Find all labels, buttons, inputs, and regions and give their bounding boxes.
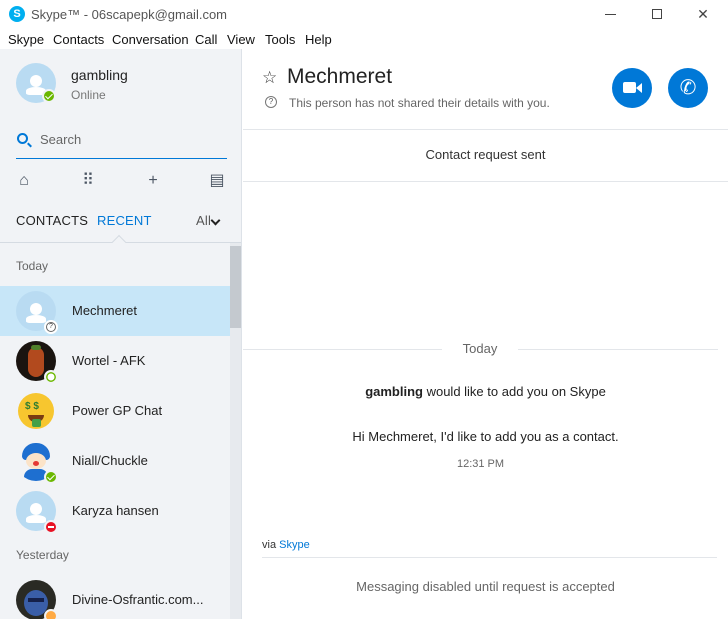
- request-message: Hi Mechmeret, I'd like to add you as a c…: [352, 429, 619, 444]
- avatar: $ $: [16, 391, 56, 431]
- offline-status-icon: [44, 370, 58, 384]
- avatar: [16, 441, 58, 484]
- online-status-icon: [42, 89, 56, 103]
- list-item[interactable]: Karyza hansen: [0, 486, 230, 536]
- menu-tools[interactable]: Tools: [265, 32, 295, 47]
- video-call-button[interactable]: [612, 68, 652, 108]
- search-placeholder: Search: [40, 132, 82, 147]
- video-camera-icon: [623, 82, 636, 93]
- request-banner: Contact request sent: [425, 147, 546, 162]
- profile-status[interactable]: Online: [71, 88, 106, 102]
- menu-conversation[interactable]: Conversation: [112, 32, 189, 47]
- avatar: [16, 580, 58, 619]
- tab-contacts[interactable]: CONTACTS: [16, 213, 88, 228]
- profile-avatar[interactable]: [16, 63, 56, 103]
- message-timestamp: 12:31 PM: [456, 458, 505, 470]
- divider: [243, 349, 442, 350]
- contact-name: Karyza hansen: [72, 503, 159, 518]
- minimize-icon: [605, 14, 616, 15]
- menu-help[interactable]: Help: [305, 32, 332, 47]
- dialpad-icon[interactable]: ⠿: [78, 171, 98, 191]
- conversation-title[interactable]: Mechmeret: [287, 65, 392, 89]
- list-item[interactable]: Wortel - AFK: [0, 336, 230, 386]
- contact-name: Niall/Chuckle: [72, 453, 148, 468]
- contact-name: Mechmeret: [72, 303, 138, 318]
- unknown-status-icon: ?: [44, 320, 58, 334]
- scrollbar-thumb[interactable]: [230, 246, 241, 328]
- phone-icon: ✆: [679, 77, 697, 99]
- directory-icon[interactable]: ▤: [207, 171, 227, 191]
- search-icon: [17, 133, 28, 144]
- divider: [262, 557, 717, 558]
- via-label: via Skype: [262, 539, 310, 551]
- request-sender: gambling: [365, 384, 423, 399]
- add-icon[interactable]: +: [143, 171, 163, 191]
- close-button[interactable]: ✕: [680, 0, 726, 29]
- section-yesterday: Yesterday: [16, 548, 69, 562]
- avatar: [16, 341, 58, 384]
- filter-dropdown[interactable]: All: [196, 213, 211, 228]
- list-item[interactable]: Divine-Osfrantic.com...: [0, 575, 230, 619]
- busy-status-icon: [44, 520, 58, 534]
- question-icon: ?: [265, 96, 277, 108]
- menu-view[interactable]: View: [227, 32, 255, 47]
- contact-request-notice: gambling would like to add you on Skype: [243, 384, 728, 399]
- menu-bar: Skype Contacts Conversation Call View To…: [0, 29, 728, 49]
- away-status-icon: [44, 609, 58, 619]
- list-item[interactable]: Niall/Chuckle: [0, 436, 230, 486]
- request-text: would like to add you on Skype: [422, 384, 606, 399]
- composer-status: Messaging disabled until request is acce…: [356, 579, 615, 594]
- star-icon[interactable]: ☆: [262, 68, 277, 88]
- skype-link[interactable]: Skype: [279, 539, 310, 551]
- search-input[interactable]: Search: [16, 129, 227, 159]
- minimize-button[interactable]: [588, 0, 634, 29]
- chevron-down-icon[interactable]: [210, 215, 221, 226]
- audio-call-button[interactable]: ✆: [668, 68, 708, 108]
- divider: [243, 129, 728, 130]
- sidebar: gambling Online Search ⌂ ⠿ + ▤ CONTACTS …: [0, 49, 242, 619]
- title-bar: S Skype™ - 06scapepk@gmail.com ✕: [0, 0, 728, 29]
- via-prefix: via: [262, 539, 280, 551]
- menu-skype[interactable]: Skype: [8, 32, 44, 47]
- section-today: Today: [16, 259, 49, 273]
- skype-logo-icon: S: [9, 6, 25, 22]
- day-separator: Today: [462, 341, 498, 356]
- online-status-icon: [44, 470, 58, 484]
- contact-name: Wortel - AFK: [72, 353, 146, 368]
- home-icon[interactable]: ⌂: [14, 171, 34, 191]
- list-item[interactable]: $ $ Power GP Chat: [0, 386, 230, 436]
- maximize-icon: [652, 9, 662, 19]
- divider: [243, 181, 728, 182]
- divider: [518, 349, 718, 350]
- avatar: ?: [16, 291, 58, 334]
- list-item[interactable]: ? Mechmeret: [0, 286, 230, 336]
- menu-call[interactable]: Call: [195, 32, 217, 47]
- profile-name[interactable]: gambling: [71, 67, 128, 83]
- contact-name: Divine-Osfrantic.com...: [72, 592, 204, 607]
- tab-recent[interactable]: RECENT: [97, 213, 152, 228]
- conversation-pane: ☆ Mechmeret ? This person has not shared…: [243, 49, 728, 619]
- window-title: Skype™ - 06scapepk@gmail.com: [31, 7, 227, 22]
- contact-name: Power GP Chat: [72, 403, 163, 418]
- maximize-button[interactable]: [634, 0, 680, 29]
- avatar: [16, 491, 58, 534]
- menu-contacts[interactable]: Contacts: [53, 32, 104, 47]
- contact-info-text: This person has not shared their details…: [289, 96, 550, 110]
